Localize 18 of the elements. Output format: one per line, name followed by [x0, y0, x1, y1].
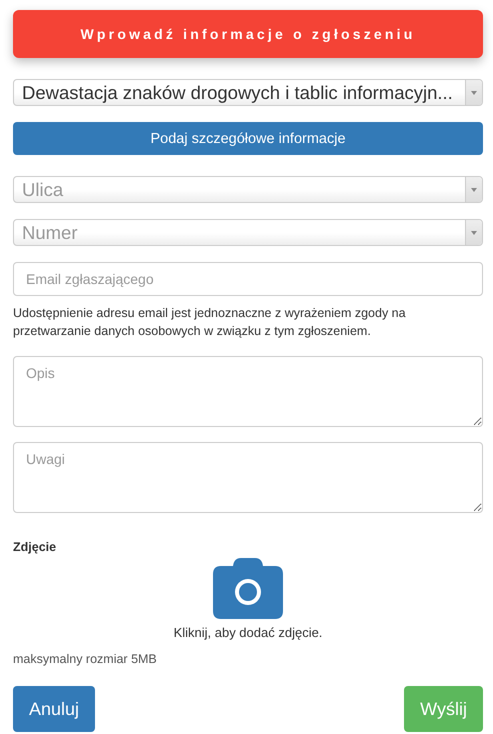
- category-select[interactable]: Dewastacja znaków drogowych i tablic informacyjn...: [13, 79, 483, 106]
- caret-icon: [471, 188, 477, 192]
- add-photo-button[interactable]: Kliknij, aby dodać zdjęcie.: [174, 558, 322, 640]
- caret-icon: [471, 90, 477, 94]
- email-field[interactable]: Email zgłaszającego: [13, 262, 483, 296]
- photo-label: Zdjęcie: [13, 540, 58, 554]
- location-select[interactable]: Numer: [13, 219, 483, 246]
- text-area[interactable]: Uwagi: [13, 442, 483, 513]
- camera-icon: [212, 558, 283, 619]
- cancel-button[interactable]: Anuluj: [13, 686, 96, 732]
- size-limit-note: maksymalny rozmiar 5MB: [13, 652, 158, 666]
- form-title: Wprowadź informacje o zgłoszeniu: [13, 10, 483, 58]
- details-button[interactable]: Podaj szczegółowe informacje: [13, 122, 483, 155]
- text-area[interactable]: Opis: [13, 356, 483, 427]
- caret-icon: [471, 230, 477, 234]
- submit-button[interactable]: Wyślij: [404, 686, 483, 732]
- email-notice: Udostępnienie adresu email jest jednoznaczne z wyrażeniem zgody na przetwarzanie danych osobowych w związku z tym zgłoszeniem.: [13, 305, 407, 340]
- location-select[interactable]: Ulica: [13, 176, 483, 203]
